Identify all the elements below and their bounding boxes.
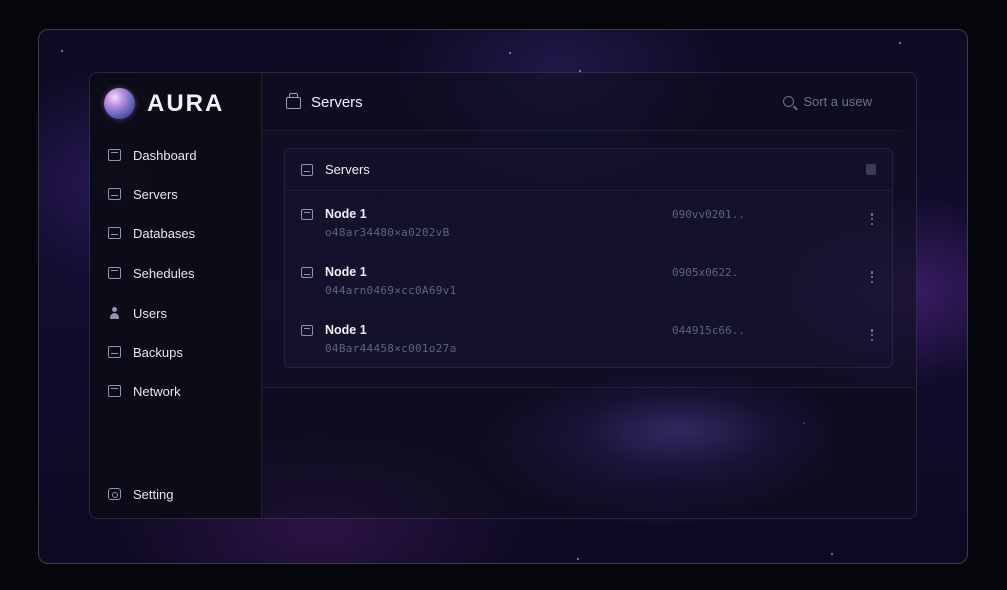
star [509, 52, 511, 54]
dashboard-icon [108, 149, 121, 161]
more-options-icon[interactable] [870, 329, 874, 341]
table-row[interactable]: Node 1 044arn0469×cc0A69v1 0905x0622. [285, 249, 892, 307]
main-content: Servers Sort a usew Servers Node 1 o48ar… [262, 73, 916, 518]
server-icon [301, 163, 313, 176]
user-icon [108, 307, 121, 319]
server-icon [108, 188, 121, 200]
sidebar-item-setting[interactable]: Setting [108, 484, 173, 504]
sidebar-item-label: Users [133, 305, 167, 321]
star [899, 42, 901, 44]
window-frame: AURA Dashboard Servers Databases Sehedul… [38, 29, 968, 564]
server-icon [301, 267, 313, 278]
sidebar-item-backups[interactable]: Backups [108, 342, 183, 362]
node-hash: 044arn0469×cc0A69v1 [325, 284, 457, 297]
sidebar-item-label: Servers [133, 186, 178, 202]
card-header: Servers [285, 149, 892, 191]
sidebar-item-users[interactable]: Users [108, 303, 167, 323]
content-panel: Servers Node 1 o48ar34480×a0202vB 090vv0… [262, 131, 916, 388]
database-icon [108, 227, 121, 239]
node-name: Node 1 [325, 265, 367, 279]
sidebar-item-network[interactable]: Network [108, 381, 181, 401]
search-icon [783, 96, 795, 107]
table-row[interactable]: Node 1 04Bar44458×c001o27a 044915c66.. [285, 307, 892, 365]
sidebar-item-databases[interactable]: Databases [108, 223, 195, 243]
gear-icon [108, 488, 121, 500]
more-options-icon[interactable] [870, 213, 874, 225]
sidebar: AURA Dashboard Servers Databases Sehedul… [90, 73, 262, 518]
topbar: Servers Sort a usew [262, 73, 902, 131]
sidebar-item-label: Backups [133, 344, 183, 360]
star [61, 50, 63, 52]
node-code: 044915c66.. [672, 324, 745, 337]
server-rack-icon [286, 92, 301, 109]
brand-name: AURA [147, 89, 225, 117]
sidebar-item-label: Sehedules [133, 265, 195, 281]
app-window: AURA Dashboard Servers Databases Sehedul… [89, 72, 917, 519]
table-row[interactable]: Node 1 o48ar34480×a0202vB 090vv0201.. [285, 191, 892, 249]
star [577, 558, 579, 560]
server-icon [301, 209, 313, 220]
node-code: 0905x0622. [672, 266, 739, 279]
more-options-icon[interactable] [870, 271, 874, 283]
card-action-icon[interactable] [866, 164, 876, 175]
sidebar-item-label: Dashboard [133, 147, 197, 163]
backup-icon [108, 346, 121, 358]
calendar-icon [108, 267, 121, 279]
sidebar-item-label: Network [133, 383, 181, 399]
node-code: 090vv0201.. [672, 208, 745, 221]
page-title: Servers [286, 92, 363, 111]
sidebar-item-servers[interactable]: Servers [108, 184, 178, 204]
search-placeholder: Sort a usew [803, 94, 872, 109]
page-title-text: Servers [311, 94, 363, 111]
card-title: Servers [325, 162, 370, 177]
sidebar-item-schedules[interactable]: Sehedules [108, 263, 194, 283]
aura-logo-icon [104, 88, 135, 119]
network-icon [108, 385, 121, 397]
star [831, 553, 833, 555]
sidebar-item-label: Setting [133, 486, 174, 502]
search-input[interactable]: Sort a usew [783, 94, 872, 109]
node-hash: o48ar34480×a0202vB [325, 226, 450, 239]
node-hash: 04Bar44458×c001o27a [325, 342, 457, 355]
server-icon [301, 325, 313, 336]
node-name: Node 1 [325, 323, 367, 337]
sidebar-item-label: Databases [133, 225, 196, 241]
node-name: Node 1 [325, 207, 367, 221]
brand-logo[interactable]: AURA [104, 88, 224, 119]
servers-card: Servers Node 1 o48ar34480×a0202vB 090vv0… [284, 148, 893, 368]
sidebar-item-dashboard[interactable]: Dashboard [108, 145, 197, 165]
